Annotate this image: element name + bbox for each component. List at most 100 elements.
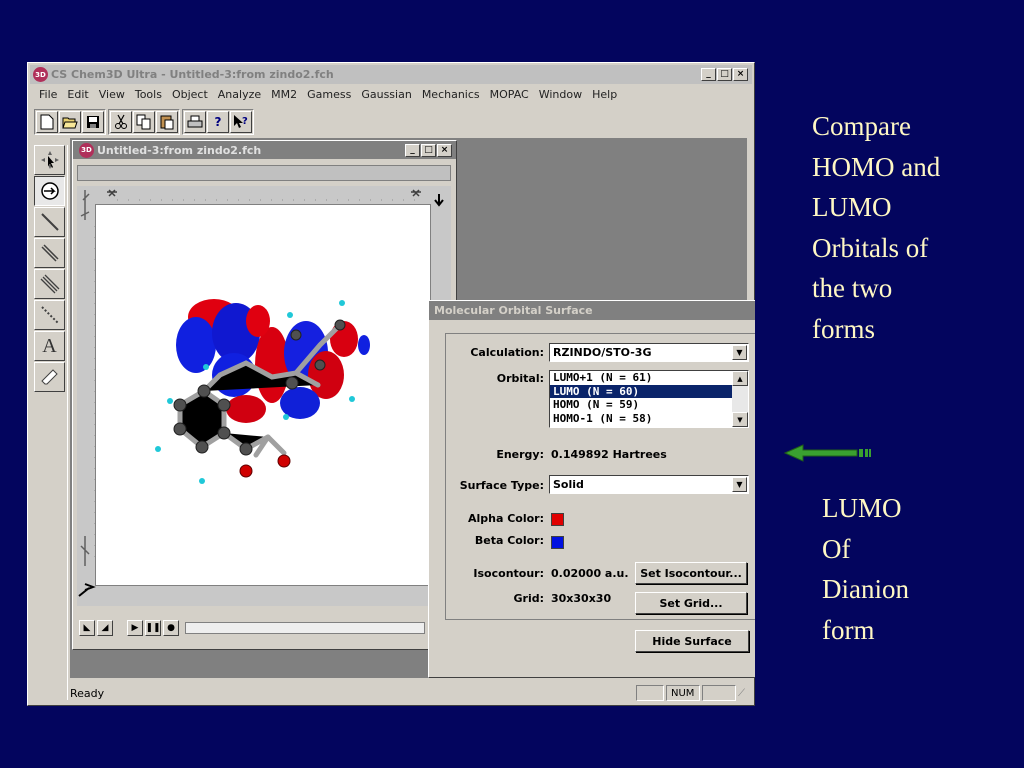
orbital-option-homo-minus-1[interactable]: HOMO-1 (N = 58) — [550, 412, 748, 426]
orbital-scrollbar[interactable]: ▲ ▼ — [732, 371, 748, 427]
menu-analyze[interactable]: Analyze — [213, 88, 266, 101]
menu-view[interactable]: View — [94, 88, 130, 101]
double-bond-icon[interactable] — [34, 238, 65, 268]
molecule-orbital-render — [155, 299, 370, 484]
child-maximize-button[interactable]: □ — [421, 143, 436, 157]
save-icon[interactable] — [82, 111, 104, 133]
triple-bond-icon[interactable] — [34, 269, 65, 299]
menu-mm2[interactable]: MM2 — [266, 88, 302, 101]
maximize-button[interactable]: □ — [717, 68, 732, 81]
menu-edit[interactable]: Edit — [62, 88, 93, 101]
dialog-titlebar[interactable]: Molecular Orbital Surface — [429, 301, 755, 320]
calculation-value: RZINDO/STO-3G — [553, 346, 652, 359]
menu-mechanics[interactable]: Mechanics — [417, 88, 485, 101]
beta-color-swatch[interactable] — [551, 536, 564, 549]
close-button[interactable]: × — [733, 68, 748, 81]
help-icon[interactable]: ? — [207, 111, 229, 133]
slide-caption: LUMO Of Dianion form — [822, 488, 909, 650]
copy-icon[interactable] — [133, 111, 155, 133]
play-icon[interactable]: ▶ — [127, 620, 143, 636]
menu-gaussian[interactable]: Gaussian — [356, 88, 416, 101]
app-titlebar[interactable]: 3D CS Chem3D Ultra - Untitled-3:from zin… — [30, 65, 752, 84]
heading-line: LUMO — [812, 192, 892, 222]
single-bond-icon[interactable] — [34, 207, 65, 237]
dashed-bond-icon[interactable] — [34, 300, 65, 330]
svg-text:?: ? — [242, 116, 248, 127]
orbital-option-lumo-plus-1[interactable]: LUMO+1 (N = 61) — [550, 371, 748, 385]
alpha-color-label: Alpha Color: — [467, 512, 544, 525]
menu-bar: File Edit View Tools Object Analyze MM2 … — [30, 85, 752, 104]
menu-file[interactable]: File — [34, 88, 62, 101]
orbital-listbox[interactable]: LUMO+1 (N = 61) LUMO (N = 60) HOMO (N = … — [549, 370, 749, 428]
menu-mopac[interactable]: MOPAC — [485, 88, 534, 101]
status-text: Ready — [70, 686, 105, 700]
set-grid-button[interactable]: Set Grid... — [635, 592, 747, 614]
status-cell-scroll — [702, 685, 736, 701]
frame-slider[interactable] — [185, 622, 425, 634]
scroll-track[interactable] — [732, 386, 748, 412]
text-tool-icon[interactable]: A — [34, 331, 65, 361]
menu-gamess[interactable]: Gamess — [302, 88, 356, 101]
surface-type-select[interactable]: Solid ▼ — [549, 475, 749, 494]
heading-line: forms — [812, 313, 875, 344]
menu-window[interactable]: Window — [534, 88, 587, 101]
caption-line: Of — [822, 533, 851, 564]
isocontour-value: 0.02000 a.u. — [551, 567, 629, 580]
chevron-down-icon[interactable]: ▼ — [732, 345, 747, 360]
hide-surface-button[interactable]: Hide Surface — [635, 630, 749, 652]
pointer-arrow-icon — [783, 444, 871, 462]
molecular-orbital-surface-dialog: Molecular Orbital Surface Calculation: R… — [428, 300, 755, 678]
orbital-option-homo[interactable]: HOMO (N = 59) — [550, 398, 748, 412]
help-toolbar-group: ? ? — [182, 109, 254, 135]
caption-line: form — [822, 614, 875, 645]
menu-tools[interactable]: Tools — [130, 88, 167, 101]
orbital-option-lumo[interactable]: LUMO (N = 60) — [550, 384, 748, 398]
eraser-icon[interactable] — [34, 362, 65, 392]
child-close-button[interactable]: × — [437, 143, 452, 157]
num-lock-indicator: NUM — [666, 685, 700, 701]
calculation-label: Calculation: — [470, 346, 544, 359]
heading-line: the two — [812, 273, 893, 303]
new-icon[interactable] — [36, 111, 58, 133]
first-frame-icon[interactable]: ◣ — [79, 620, 95, 636]
grid-label: Grid: — [513, 592, 545, 605]
energy-value: 0.149892 Hartrees — [551, 448, 667, 461]
context-help-icon[interactable]: ? — [230, 111, 252, 133]
scroll-up-icon[interactable]: ▲ — [732, 371, 748, 386]
menu-object[interactable]: Object — [167, 88, 213, 101]
record-icon[interactable]: ● — [163, 620, 179, 636]
surface-type-label: Surface Type: — [459, 479, 544, 492]
prev-frame-icon[interactable]: ◢ — [97, 620, 113, 636]
molecule-canvas[interactable] — [95, 204, 431, 586]
set-isocontour-button[interactable]: Set Isocontour... — [635, 562, 747, 584]
calculation-select[interactable]: RZINDO/STO-3G ▼ — [549, 343, 749, 362]
cut-icon[interactable] — [110, 111, 132, 133]
paste-icon[interactable] — [156, 111, 178, 133]
caption-line: Dianion — [822, 574, 909, 604]
minimize-button[interactable]: _ — [701, 68, 716, 81]
chevron-down-icon[interactable]: ▼ — [732, 477, 747, 492]
model-build-palette: A — [32, 145, 68, 700]
orbital-label: Orbital: — [496, 372, 544, 385]
pause-icon[interactable]: ❚❚ — [145, 620, 161, 636]
open-icon[interactable] — [59, 111, 81, 133]
menu-help[interactable]: Help — [587, 88, 622, 101]
grid-value: 30x30x30 — [551, 592, 612, 605]
print-icon[interactable] — [184, 111, 206, 133]
select-tool-icon[interactable] — [34, 145, 65, 175]
main-toolbar: ? ? — [34, 108, 254, 136]
child-minimize-button[interactable]: _ — [405, 143, 420, 157]
heading-line: Orbitals of — [812, 232, 929, 263]
edit-toolbar-group — [108, 109, 180, 135]
movie-controls: ◣ ◢ ▶ ❚❚ ● — [79, 619, 425, 637]
model-frame — [77, 186, 451, 606]
scroll-down-icon[interactable]: ▼ — [732, 412, 748, 427]
model-document-window: 3D Untitled-3:from zindo2.fch _ □ × ◣ ◢ … — [72, 140, 457, 650]
rotate-tool-icon[interactable] — [34, 176, 65, 206]
child-titlebar[interactable]: 3D Untitled-3:from zindo2.fch _ □ × — [73, 141, 456, 159]
app-title: CS Chem3D Ultra - Untitled-3:from zindo2… — [51, 68, 334, 81]
chem3d-app-icon[interactable]: 3D — [33, 67, 48, 82]
alpha-color-swatch[interactable] — [551, 513, 564, 526]
child-toolbar-strip — [77, 165, 451, 181]
resize-grip-icon[interactable]: ⟋ — [738, 688, 752, 699]
